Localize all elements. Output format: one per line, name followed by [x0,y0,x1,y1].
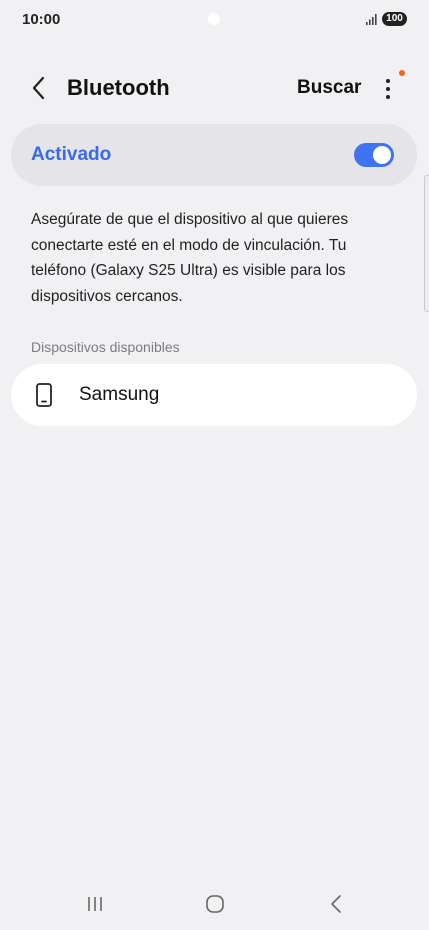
app-bar: Bluetooth Buscar [0,66,429,110]
available-devices-header: Dispositivos disponibles [31,339,180,355]
phone-icon [36,383,52,407]
recent-apps-button[interactable] [80,892,110,916]
navigation-bar [0,884,429,924]
page-title: Bluetooth [67,75,170,100]
list-item-device[interactable]: Samsung [11,364,417,426]
home-icon [206,895,224,913]
status-time: 10:00 [22,11,61,28]
bluetooth-status-label: Activado [31,144,112,165]
status-bar: 10:00 100 [0,0,429,40]
more-options-button[interactable] [377,74,399,104]
back-button[interactable] [26,74,52,102]
notification-dot [399,70,405,76]
switch-knob [373,146,391,164]
back-icon [32,76,45,100]
bluetooth-toggle-row[interactable]: Activado [11,124,417,186]
signal-icon [366,14,377,25]
camera-cutout [208,13,220,25]
nav-back-button[interactable] [321,892,351,916]
bluetooth-switch[interactable] [354,143,394,167]
device-name: Samsung [79,384,160,405]
recent-apps-icon [88,897,102,911]
search-button[interactable]: Buscar [297,77,361,99]
bluetooth-description: Asegúrate de que el dispositivo al que q… [31,211,349,305]
home-button[interactable] [200,892,230,916]
nav-back-icon [331,895,341,913]
edge-panel-handle[interactable] [424,175,429,312]
battery-icon: 100 [382,12,407,26]
